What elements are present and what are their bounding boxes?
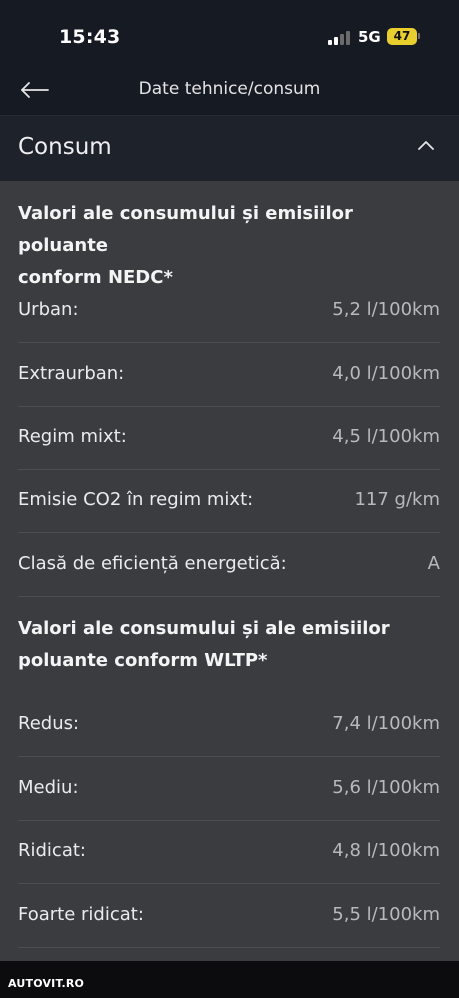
row-value: 117 g/km: [354, 489, 440, 510]
row-label: Ridicat:: [18, 840, 86, 861]
page-title: Date tehnice/consum: [138, 79, 321, 99]
row-value: 5,6 l/100km: [332, 777, 440, 798]
nedc-row-extraurban: Extraurban: 4,0 l/100km: [18, 343, 440, 407]
wltp-heading-line1: Valori ale consumului și ale emisiilor: [18, 618, 390, 639]
network-type: 5G: [358, 28, 381, 46]
row-value: 4,0 l/100km: [332, 363, 440, 384]
nedc-heading-line1: Valori ale consumului și emisiilor polua…: [18, 203, 353, 256]
row-value: 5,5 l/100km: [332, 904, 440, 925]
row-label: Extraurban:: [18, 363, 125, 384]
nedc-row-efficiency: Clasă de eficiență energetică: A: [18, 533, 440, 597]
row-label: Mediu:: [18, 777, 79, 798]
section-title: Consum: [18, 134, 112, 160]
section-header-consum[interactable]: Consum: [0, 116, 459, 181]
row-label: Foarte ridicat:: [18, 904, 144, 925]
signal-icon: [328, 31, 352, 45]
autovit-logo: AUTOVIT.RO: [8, 977, 85, 990]
row-label: Redus:: [18, 713, 80, 734]
nedc-row-mixed: Regim mixt: 4,5 l/100km: [18, 406, 440, 470]
row-value: A: [427, 553, 440, 574]
battery-cap: [418, 33, 420, 39]
chevron-up-icon[interactable]: [417, 139, 435, 151]
wltp-row-very-high: Foarte ridicat: 5,5 l/100km: [18, 884, 440, 948]
row-value: 4,5 l/100km: [332, 426, 440, 447]
battery-icon: 47: [387, 28, 417, 45]
app-header: Date tehnice/consum: [0, 70, 459, 116]
row-value: 7,4 l/100km: [332, 713, 440, 734]
nedc-row-urban: Urban: 5,2 l/100km: [18, 279, 440, 343]
row-value: 4,8 l/100km: [332, 840, 440, 861]
row-label: Clasă de eficiență energetică:: [18, 553, 287, 574]
status-bar: 15:43 5G 47: [0, 0, 459, 70]
footer-bar: AUTOVIT.RO: [0, 961, 459, 998]
wltp-heading-line2: poluante conform WLTP*: [18, 650, 268, 671]
wltp-heading: Valori ale consumului și ale emisiilor p…: [18, 613, 438, 677]
status-time: 15:43: [59, 26, 121, 48]
battery-level: 47: [393, 29, 411, 43]
row-label: Regim mixt:: [18, 426, 127, 447]
row-label: Emisie CO2 în regim mixt:: [18, 489, 254, 510]
row-value: 5,2 l/100km: [332, 299, 440, 320]
wltp-row-medium: Mediu: 5,6 l/100km: [18, 757, 440, 821]
consumption-content: Valori ale consumului și emisiilor polua…: [0, 181, 459, 961]
nedc-row-co2: Emisie CO2 în regim mixt: 117 g/km: [18, 469, 440, 533]
wltp-row-high: Ridicat: 4,8 l/100km: [18, 820, 440, 884]
wltp-row-low: Redus: 7,4 l/100km: [18, 693, 440, 757]
row-label: Urban:: [18, 299, 79, 320]
